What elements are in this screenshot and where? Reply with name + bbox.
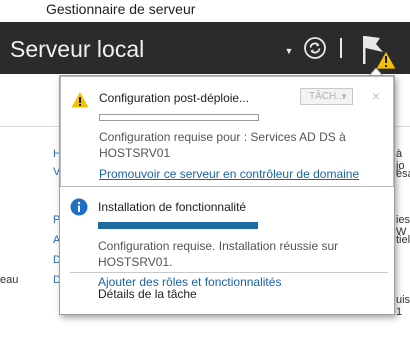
page-title: Serveur local (10, 36, 145, 62)
task-action-select[interactable]: TÂCH... ▼ (300, 88, 353, 105)
close-icon[interactable]: × (369, 88, 383, 104)
task-description: Configuration requise pour : Services AD… (99, 130, 346, 160)
app-titlebar: Gestionnaire de serveur (0, 0, 410, 22)
warning-icon (375, 50, 397, 70)
refresh-icon[interactable] (303, 36, 327, 60)
task-item-feature-install: Installation de fonctionnalité Configura… (60, 188, 394, 289)
chevron-down-icon: ▼ (340, 92, 348, 101)
background-text: ésa (396, 168, 410, 180)
task-details-link[interactable]: Détails de la tâche (98, 287, 197, 301)
info-icon (70, 198, 88, 216)
task-progress-bar (98, 222, 258, 229)
notification-flag-icon[interactable] (358, 32, 398, 72)
header-bar: Serveur local ▼ (0, 22, 410, 74)
background-text: eau (0, 274, 19, 286)
dropdown-arrow-icon[interactable]: ▼ (283, 45, 295, 57)
task-progress-bar (99, 114, 259, 121)
task-title: Installation de fonctionnalité (98, 200, 247, 214)
task-item-post-deployment: Configuration post-déploie... TÂCH... ▼ … (60, 76, 394, 187)
header-separator (340, 38, 342, 58)
warning-icon (71, 92, 89, 108)
divider (70, 272, 388, 273)
app-title: Gestionnaire de serveur (46, 1, 196, 17)
notifications-popup: Configuration post-déploie... TÂCH... ▼ … (59, 75, 395, 315)
task-title: Configuration post-déploie... (99, 91, 250, 105)
task-description: Configuration requise. Installation réus… (98, 239, 339, 269)
promote-dc-link[interactable]: Promouvoir ce serveur en contrôleur de d… (99, 167, 359, 181)
background-text: uis 1 (396, 294, 410, 318)
background-text: tiel (396, 234, 410, 246)
